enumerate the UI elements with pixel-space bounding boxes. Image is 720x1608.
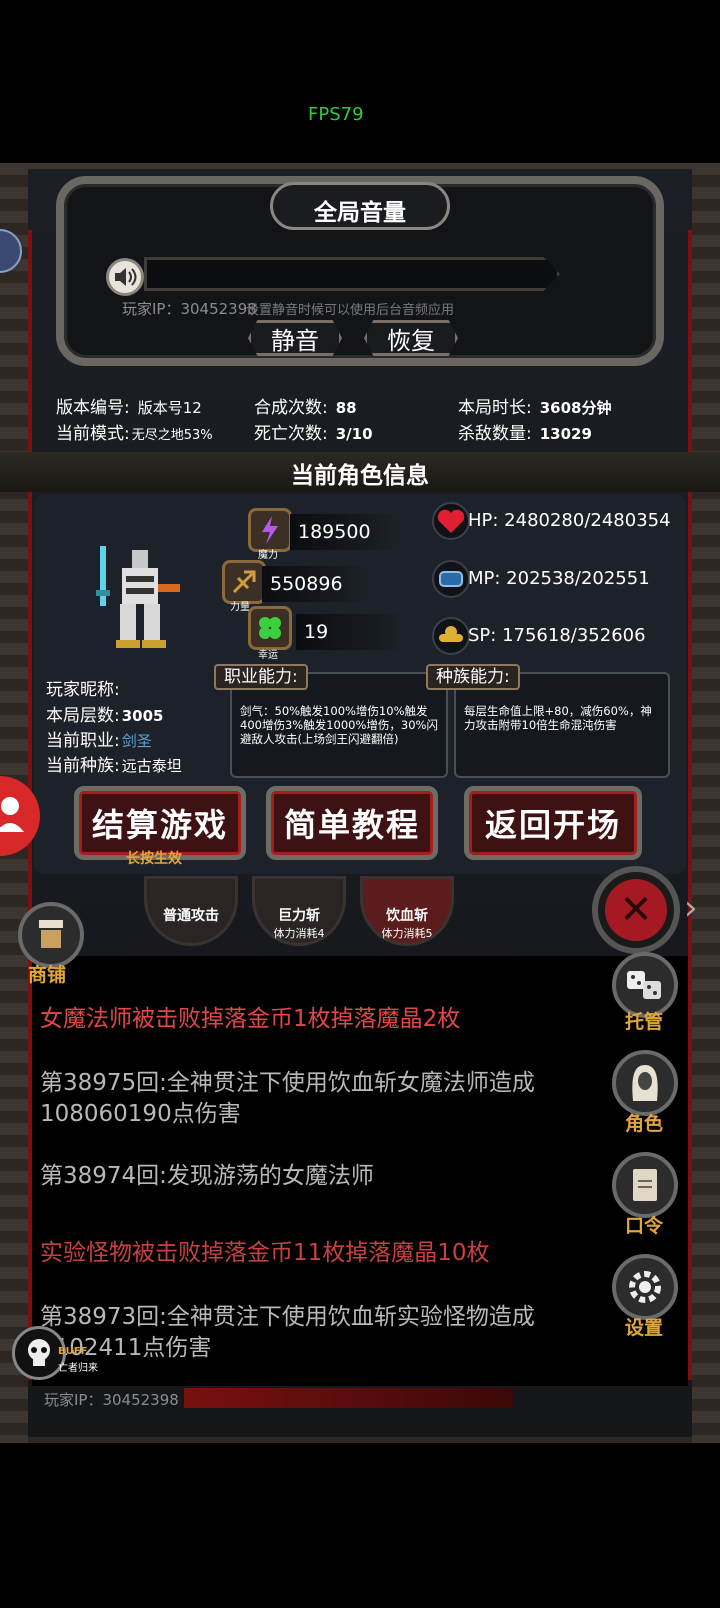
class-ability-text: 剑气：50%触发100%增伤10%触发400增伤3%触发1000%增伤，30%闪… [240, 704, 438, 746]
return-start-button[interactable]: 返回开场 [464, 786, 642, 860]
nickname-label: 玩家昵称: [46, 680, 120, 700]
role-button[interactable] [612, 1050, 678, 1116]
close-button[interactable]: ✕ [592, 866, 680, 954]
code-label: 口令 [625, 1215, 664, 1237]
stat-version-label: 版本编号: [56, 398, 130, 418]
speaker-icon[interactable] [106, 258, 144, 296]
race-label: 当前种族: [46, 756, 120, 776]
log-line: 实验怪物被击败掉落金币11枚掉落魔晶10枚 [40, 1240, 490, 1266]
race-row: 当前种族: 远古泰坦 [46, 751, 182, 776]
role-label: 角色 [625, 1113, 664, 1135]
red-rail-right [688, 230, 692, 1380]
stat-craft-label: 合成次数: [254, 398, 328, 418]
mute-hint: 设置静音时候可以使用后台音频应用 [246, 303, 455, 318]
strength-icon [432, 617, 470, 655]
stat-craft: 合成次数: 88 [254, 393, 357, 418]
stat-duration-label: 本局时长: [458, 398, 532, 418]
stat-mode-value: 无尽之地53% [131, 428, 213, 443]
power-caption: 力量 [230, 602, 250, 613]
luck-caption: 幸运 [258, 650, 278, 661]
nickname-row: 玩家昵称: [46, 675, 120, 700]
power-value: 550896 [262, 566, 372, 602]
heart-icon [432, 502, 470, 540]
player-ip-top: 玩家IP：30452398 [122, 300, 257, 318]
mp-readout: MP: 202538/202551 [468, 568, 650, 589]
floors-row: 本局层数: 3005 [46, 701, 163, 726]
log-line: 第38974回:发现游荡的女魔法师 [40, 1163, 374, 1189]
long-press-note: 长按生效 [126, 851, 182, 867]
clover-icon [248, 606, 292, 650]
shop-icon [39, 920, 63, 948]
skill-name: 饮血斩 [386, 908, 428, 924]
stat-duration-value: 3608分钟 [539, 399, 612, 417]
race-value: 远古泰坦 [121, 757, 182, 775]
log-line: 女魔法师被击败掉落金币1枚掉落魔晶2枚 [40, 1006, 461, 1032]
stat-kills: 杀敌数量: 13029 [458, 419, 592, 444]
user-icon [0, 797, 24, 832]
stat-duration: 本局时长: 3608分钟 [458, 393, 611, 418]
skill-cost: 体力消耗4 [273, 927, 325, 940]
class-row: 当前职业: 剑圣 [46, 726, 152, 751]
stat-death-value: 3/10 [335, 425, 373, 443]
floors-label: 本局层数: [46, 706, 120, 726]
buff-name: 亡者归来 [58, 1363, 98, 1374]
settings-button[interactable] [612, 1254, 678, 1320]
skill-name: 巨力斩 [278, 908, 320, 924]
book-icon [633, 1169, 657, 1201]
tutorial-button[interactable]: 简单教程 [266, 786, 438, 860]
gear-icon [629, 1271, 661, 1303]
volume-title: 全局音量 [314, 200, 406, 226]
floors-value: 3005 [121, 707, 164, 725]
knight-sprite [96, 546, 180, 648]
settings-label: 设置 [625, 1317, 664, 1339]
stat-kills-value: 13029 [539, 425, 592, 443]
magic-value: 189500 [290, 514, 400, 550]
shop-label: 商铺 [28, 964, 67, 986]
shop-button[interactable] [18, 902, 84, 968]
stat-mode: 当前模式: 无尽之地53% [56, 419, 213, 444]
skill-blood-slash[interactable]: 饮血斩 体力消耗5 [360, 876, 454, 946]
frame-border-right [692, 163, 720, 1443]
class-value: 剑圣 [121, 732, 152, 750]
dice-icon [627, 971, 661, 999]
magic-caption: 魔力 [258, 550, 278, 561]
skill-cost: 体力消耗5 [381, 927, 433, 940]
bottom-red-bar [184, 1388, 514, 1408]
volume-slider[interactable] [144, 257, 560, 291]
class-ability-tag: 职业能力: [214, 664, 308, 690]
skill-name: 普通攻击 [163, 908, 219, 924]
stat-mode-label: 当前模式: [56, 424, 130, 444]
log-line: 第38975回:全神贯注下使用饮血斩女魔法师造成108060190点伤害 [40, 1070, 535, 1127]
mana-potion-icon [432, 560, 470, 598]
stat-death: 死亡次数: 3/10 [254, 419, 373, 444]
buff-tag: BUFF [58, 1346, 88, 1357]
stat-craft-value: 88 [335, 399, 357, 417]
class-label: 当前职业: [46, 731, 120, 751]
log-line: 第38973回:全神贯注下使用饮血斩实验怪物造成1102411点伤害 [40, 1304, 535, 1361]
race-ability-text: 每层生命值上限+80，减伤60%，神力攻击附带10倍生命混沌伤害 [464, 704, 652, 732]
stat-version: 版本编号: 版本号12 [56, 393, 202, 418]
skill-power-slash[interactable]: 巨力斩 体力消耗4 [252, 876, 346, 946]
hooded-figure-icon [632, 1065, 658, 1101]
stat-death-label: 死亡次数: [254, 424, 328, 444]
hp-readout: HP: 2480280/2480354 [468, 510, 671, 531]
player-ip-bottom: 玩家IP：30452398 [44, 1391, 179, 1409]
race-ability-tag: 种族能力: [426, 664, 520, 690]
close-icon: ✕ [605, 879, 667, 941]
auto-label: 托管 [625, 1011, 664, 1033]
chevron-right-icon[interactable]: › [684, 888, 698, 928]
fps-counter: FPS79 [308, 104, 364, 125]
luck-value: 19 [296, 614, 406, 650]
code-button[interactable] [612, 1152, 678, 1218]
mute-button[interactable]: 静音 [248, 320, 342, 356]
sp-readout: SP: 175618/352606 [468, 625, 646, 646]
stat-version-value: 版本号12 [137, 399, 202, 417]
game-screen: FPS79 全局音量 玩家IP：30452398 设置静音时候可以使用后台音频应… [0, 0, 720, 1608]
stat-kills-label: 杀敌数量: [458, 424, 532, 444]
restore-button[interactable]: 恢复 [364, 320, 458, 356]
character-section-title: 当前角色信息 [291, 463, 429, 489]
